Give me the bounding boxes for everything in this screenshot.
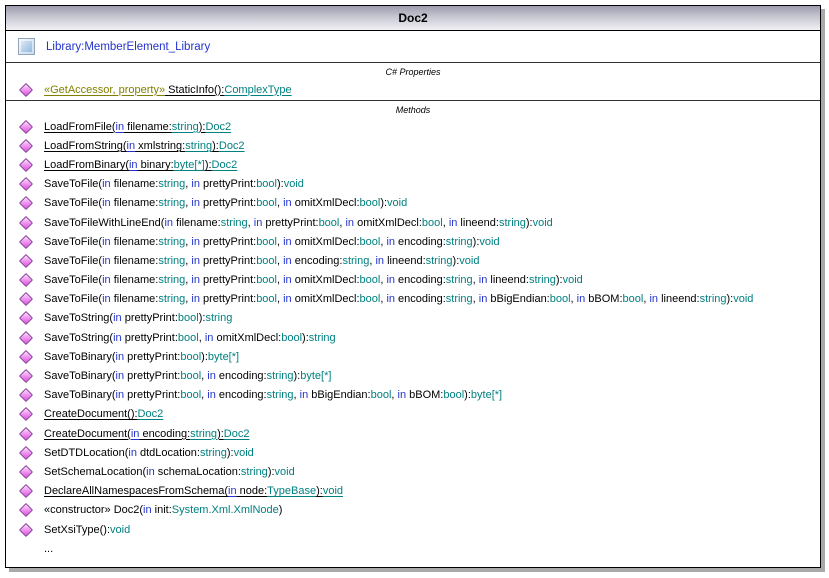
member-diamond-icon: [19, 350, 33, 364]
method-row[interactable]: SaveToString(in prettyPrint:bool, in omi…: [6, 328, 820, 347]
member-diamond-icon: [19, 292, 33, 306]
member-diamond-icon: [19, 139, 33, 153]
member-diamond-icon: [19, 83, 33, 97]
member-diamond-icon: [19, 216, 33, 230]
member-signature: CreateDocument():Doc2: [44, 408, 163, 420]
member-diamond-icon: [19, 446, 33, 460]
member-diamond-icon: [19, 273, 33, 287]
class-title-bar[interactable]: Doc2: [6, 6, 820, 31]
properties-list: «GetAccessor, property» StaticInfo():Com…: [6, 79, 820, 100]
member-diamond-icon: [19, 465, 33, 479]
properties-header: C# Properties: [6, 63, 820, 79]
library-label: Library:MemberElement_Library: [46, 41, 210, 53]
method-row[interactable]: DeclareAllNamespacesFromSchema(in node:T…: [6, 482, 820, 501]
member-diamond-icon: [19, 523, 33, 537]
member-diamond-icon: [19, 427, 33, 441]
method-row[interactable]: SaveToFileWithLineEnd(in filename:string…: [6, 213, 820, 232]
library-icon: [18, 38, 35, 55]
method-row[interactable]: SetXsiType():void: [6, 520, 820, 539]
member-diamond-icon: [19, 158, 33, 172]
member-signature: SaveToBinary(in prettyPrint:bool):byte[*…: [44, 351, 239, 363]
member-signature: CreateDocument(in encoding:string):Doc2: [44, 428, 249, 440]
member-signature: SaveToFile(in filename:string, in pretty…: [44, 255, 479, 267]
method-row[interactable]: SaveToBinary(in prettyPrint:bool, in enc…: [6, 366, 820, 385]
method-row[interactable]: LoadFromString(in xmlstring:string):Doc2: [6, 136, 820, 155]
member-signature: SaveToString(in prettyPrint:bool):string: [44, 312, 232, 324]
member-diamond-icon: [19, 331, 33, 345]
method-row[interactable]: SaveToBinary(in prettyPrint:bool, in enc…: [6, 386, 820, 405]
member-signature: DeclareAllNamespacesFromSchema(in node:T…: [44, 485, 343, 497]
more-members-indicator: ...: [6, 539, 820, 558]
member-diamond-icon: [19, 388, 33, 402]
method-row[interactable]: SaveToFile(in filename:string, in pretty…: [6, 251, 820, 270]
member-diamond-icon: [19, 369, 33, 383]
method-row[interactable]: CreateDocument():Doc2: [6, 405, 820, 424]
member-signature: LoadFromBinary(in binary:byte[*]):Doc2: [44, 159, 237, 171]
method-row[interactable]: LoadFromFile(in filename:string):Doc2: [6, 117, 820, 136]
method-row[interactable]: LoadFromBinary(in binary:byte[*]):Doc2: [6, 155, 820, 174]
method-row[interactable]: CreateDocument(in encoding:string):Doc2: [6, 424, 820, 443]
member-signature: SaveToFile(in filename:string, in pretty…: [44, 197, 407, 209]
method-row[interactable]: SaveToFile(in filename:string, in pretty…: [6, 194, 820, 213]
member-signature: SaveToString(in prettyPrint:bool, in omi…: [44, 332, 336, 344]
member-signature: SaveToFileWithLineEnd(in filename:string…: [44, 217, 553, 229]
member-signature: SaveToFile(in filename:string, in pretty…: [44, 178, 304, 190]
library-compartment[interactable]: Library:MemberElement_Library: [6, 31, 820, 62]
member-signature: SaveToFile(in filename:string, in pretty…: [44, 293, 753, 305]
method-row[interactable]: SaveToFile(in filename:string, in pretty…: [6, 290, 820, 309]
method-row[interactable]: SaveToBinary(in prettyPrint:bool):byte[*…: [6, 347, 820, 366]
member-diamond-icon: [19, 407, 33, 421]
methods-header: Methods: [6, 101, 820, 117]
member-diamond-icon: [19, 120, 33, 134]
property-row[interactable]: «GetAccessor, property» StaticInfo():Com…: [6, 79, 820, 100]
member-diamond-icon: [19, 311, 33, 325]
method-row[interactable]: SetSchemaLocation(in schemaLocation:stri…: [6, 462, 820, 481]
member-signature: SaveToFile(in filename:string, in pretty…: [44, 274, 583, 286]
member-diamond-icon: [19, 196, 33, 210]
member-signature: SaveToFile(in filename:string, in pretty…: [44, 236, 500, 248]
member-signature: LoadFromFile(in filename:string):Doc2: [44, 121, 231, 133]
properties-compartment: C# Properties «GetAccessor, property» St…: [6, 62, 820, 100]
uml-class-box[interactable]: Doc2 Library:MemberElement_Library C# Pr…: [5, 5, 821, 568]
member-diamond-icon: [19, 177, 33, 191]
method-row[interactable]: SaveToFile(in filename:string, in pretty…: [6, 232, 820, 251]
method-row[interactable]: SaveToFile(in filename:string, in pretty…: [6, 271, 820, 290]
methods-list: LoadFromFile(in filename:string):Doc2 Loa…: [6, 117, 820, 539]
member-signature: SetXsiType():void: [44, 524, 130, 536]
method-row[interactable]: SaveToFile(in filename:string, in pretty…: [6, 175, 820, 194]
method-row[interactable]: «constructor» Doc2(in init:System.Xml.Xm…: [6, 501, 820, 520]
class-name: Doc2: [398, 11, 427, 25]
member-diamond-icon: [19, 254, 33, 268]
methods-compartment: Methods LoadFromFile(in filename:string)…: [6, 100, 820, 558]
method-row[interactable]: SetDTDLocation(in dtdLocation:string):vo…: [6, 443, 820, 462]
member-signature: «GetAccessor, property» StaticInfo():Com…: [44, 84, 292, 96]
member-signature: SetDTDLocation(in dtdLocation:string):vo…: [44, 447, 254, 459]
member-signature: LoadFromString(in xmlstring:string):Doc2: [44, 140, 245, 152]
member-diamond-icon: [19, 484, 33, 498]
member-signature: SaveToBinary(in prettyPrint:bool, in enc…: [44, 370, 331, 382]
member-signature: SaveToBinary(in prettyPrint:bool, in enc…: [44, 389, 502, 401]
member-diamond-icon: [19, 235, 33, 249]
member-diamond-icon: [19, 503, 33, 517]
method-row[interactable]: SaveToString(in prettyPrint:bool):string: [6, 309, 820, 328]
member-signature: «constructor» Doc2(in init:System.Xml.Xm…: [44, 504, 282, 516]
member-signature: SetSchemaLocation(in schemaLocation:stri…: [44, 466, 295, 478]
